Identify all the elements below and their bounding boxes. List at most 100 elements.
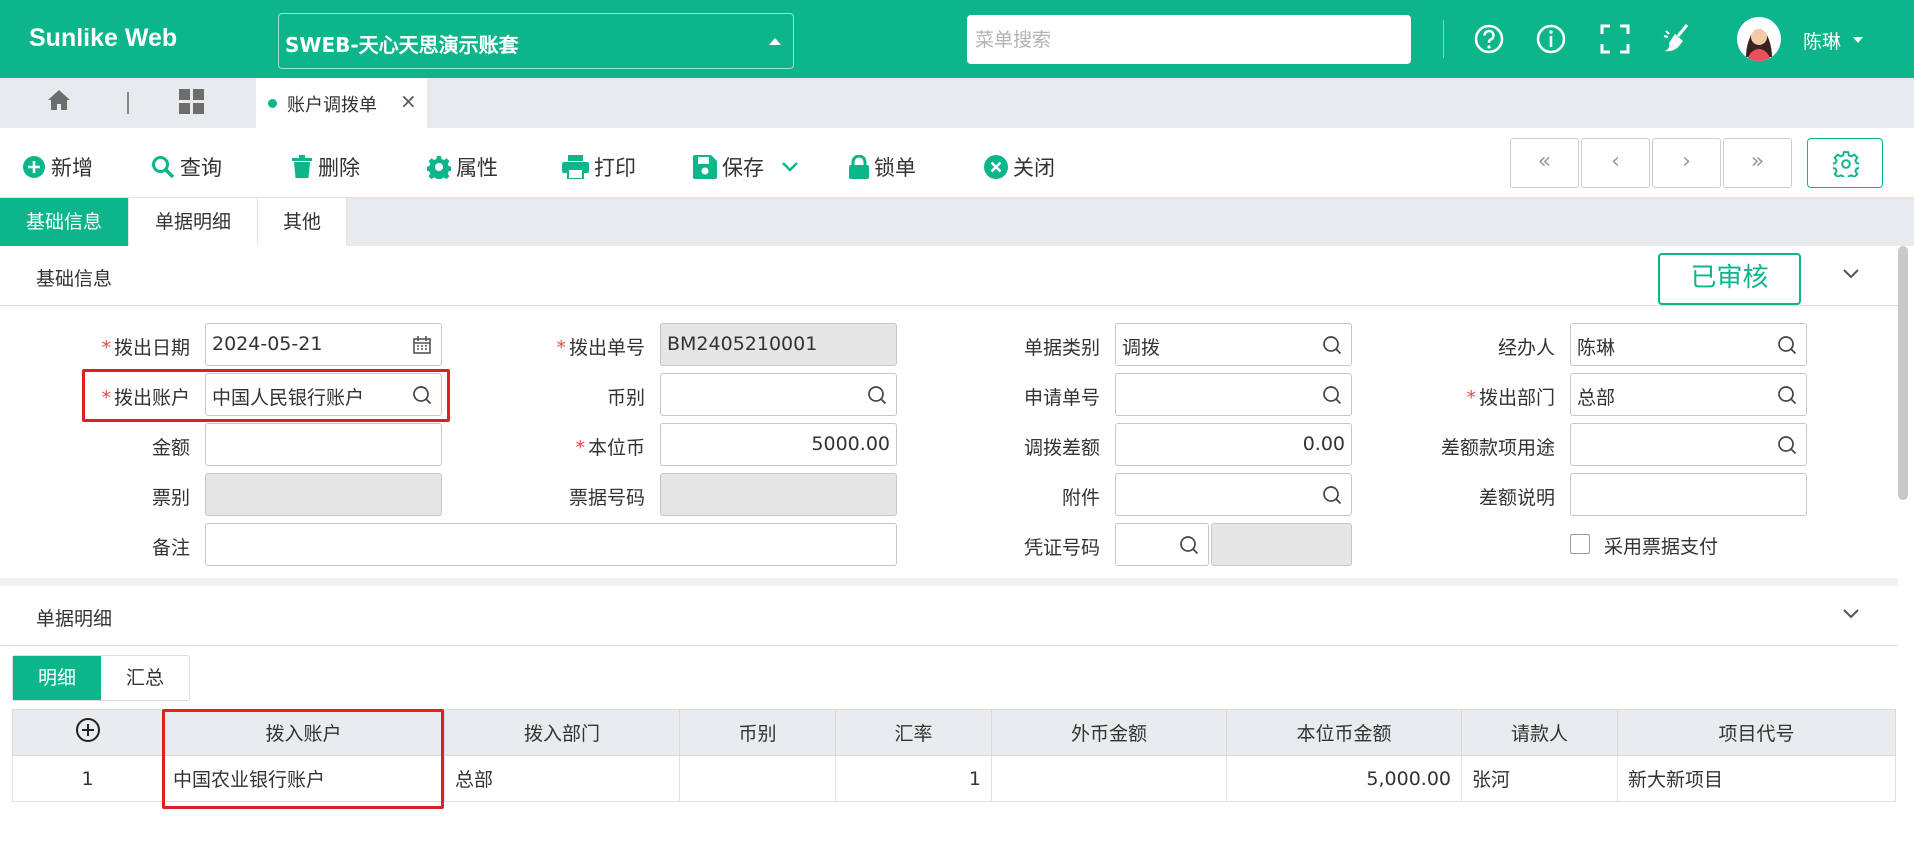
lock-label: 锁单 bbox=[874, 156, 916, 180]
avatar[interactable] bbox=[1737, 17, 1781, 61]
home-icon[interactable] bbox=[47, 88, 71, 112]
toolbar: 新增 查询 删除 属性 打印 保存 锁单 关闭 « ‹ › » bbox=[0, 128, 1914, 198]
query-button[interactable]: 查询 bbox=[151, 152, 222, 182]
tab-summary[interactable]: 汇总 bbox=[101, 656, 189, 700]
save-button[interactable]: 保存 bbox=[693, 152, 799, 182]
chevron-down-icon[interactable] bbox=[1842, 268, 1860, 280]
doc-type-field[interactable]: 调拨 bbox=[1115, 323, 1352, 366]
chevron-down-icon[interactable] bbox=[781, 161, 799, 173]
row-number: 1 bbox=[12, 755, 163, 802]
lock-button[interactable]: 锁单 bbox=[849, 152, 916, 182]
cell-project[interactable]: 新大新项目 bbox=[1617, 755, 1896, 802]
col-local-amount: 本位币金额 bbox=[1226, 709, 1462, 756]
search-icon[interactable] bbox=[1777, 335, 1797, 355]
add-label: 新增 bbox=[51, 156, 93, 180]
diff-note-label: 差额说明 bbox=[1478, 487, 1555, 509]
search-icon[interactable] bbox=[867, 385, 887, 405]
account-name: SWEB-天心天思演示账套 bbox=[285, 33, 519, 57]
close-icon[interactable]: × bbox=[400, 89, 417, 113]
props-button[interactable]: 属性 bbox=[427, 152, 498, 182]
bill-no-label: 票据号码 bbox=[568, 487, 645, 509]
apply-no-field[interactable] bbox=[1115, 373, 1352, 416]
amount-label: 金额 bbox=[151, 437, 190, 459]
cell-local-amount[interactable]: 5,000.00 bbox=[1226, 755, 1462, 802]
diff-use-label: 差额款项用途 bbox=[1440, 437, 1555, 459]
cell-rate[interactable]: 1 bbox=[835, 755, 992, 802]
search-icon[interactable] bbox=[1777, 435, 1797, 455]
active-dot-icon bbox=[268, 99, 277, 108]
out-no-label: * 拨出单号 bbox=[556, 337, 645, 359]
attach-field[interactable] bbox=[1115, 473, 1352, 516]
user-name[interactable]: 陈琳 bbox=[1803, 27, 1841, 54]
top-bar: Sunlike Web SWEB-天心天思演示账套 陈琳 bbox=[0, 0, 1914, 78]
chevron-down-icon[interactable] bbox=[1842, 608, 1860, 620]
section-title: 基础信息 bbox=[36, 268, 113, 290]
handler-field[interactable]: 陈琳 bbox=[1570, 323, 1807, 366]
search-icon[interactable] bbox=[1322, 485, 1342, 505]
plus-circle-icon[interactable] bbox=[75, 717, 101, 743]
detail-subtabs: 明细 汇总 bbox=[12, 655, 190, 701]
basic-info-header[interactable]: 基础信息 bbox=[0, 246, 1898, 306]
handler-label: 经办人 bbox=[1497, 337, 1555, 359]
detail-header[interactable]: 单据明细 bbox=[0, 586, 1898, 646]
broom-icon[interactable] bbox=[1661, 22, 1695, 56]
search-icon[interactable] bbox=[1777, 385, 1797, 405]
scrollbar[interactable] bbox=[1898, 246, 1908, 500]
remark-field[interactable] bbox=[205, 523, 897, 566]
close-button[interactable]: 关闭 bbox=[984, 152, 1055, 182]
props-label: 属性 bbox=[456, 156, 498, 180]
col-fx-amount: 外币金额 bbox=[991, 709, 1227, 756]
out-date-field[interactable]: 2024-05-21 bbox=[205, 323, 442, 366]
info-icon[interactable] bbox=[1534, 22, 1568, 56]
cell-fx-amount[interactable] bbox=[991, 755, 1227, 802]
grid-icon[interactable] bbox=[179, 89, 204, 114]
calendar-icon[interactable] bbox=[412, 335, 432, 355]
out-dept-label: * 拨出部门 bbox=[1466, 387, 1555, 409]
tab-other[interactable]: 其他 bbox=[258, 198, 347, 246]
next-record-button[interactable]: › bbox=[1652, 138, 1721, 188]
amount-field[interactable] bbox=[205, 423, 442, 466]
tab-detail[interactable]: 明细 bbox=[13, 656, 101, 700]
diff-note-field[interactable] bbox=[1570, 473, 1807, 516]
tab-basic-info[interactable]: 基础信息 bbox=[0, 198, 129, 246]
local-currency-field[interactable]: 5000.00 bbox=[660, 423, 897, 466]
add-row-header[interactable] bbox=[12, 709, 163, 756]
help-icon[interactable] bbox=[1472, 22, 1506, 56]
last-record-button[interactable]: » bbox=[1723, 138, 1792, 188]
diff-field[interactable]: 0.00 bbox=[1115, 423, 1352, 466]
diff-label: 调拨差额 bbox=[1023, 437, 1100, 459]
gear-icon bbox=[1833, 151, 1859, 177]
account-selector[interactable]: SWEB-天心天思演示账套 bbox=[278, 13, 794, 69]
user-avatar-icon bbox=[1737, 17, 1781, 61]
caret-up-icon bbox=[769, 38, 781, 45]
add-button[interactable]: 新增 bbox=[22, 152, 93, 182]
out-dept-field[interactable]: 总部 bbox=[1570, 373, 1807, 416]
use-bill-pay-checkbox[interactable] bbox=[1570, 534, 1590, 554]
delete-button[interactable]: 删除 bbox=[291, 152, 360, 182]
currency-label: 币别 bbox=[606, 387, 645, 409]
cell-in-dept[interactable]: 总部 bbox=[444, 755, 680, 802]
voucher-field[interactable] bbox=[1115, 523, 1209, 566]
prev-record-button[interactable]: ‹ bbox=[1581, 138, 1650, 188]
settings-button[interactable] bbox=[1807, 138, 1883, 188]
fullscreen-icon[interactable] bbox=[1598, 22, 1632, 56]
diff-use-field[interactable] bbox=[1570, 423, 1807, 466]
close-label: 关闭 bbox=[1013, 156, 1055, 180]
search-icon[interactable] bbox=[1322, 335, 1342, 355]
highlight-box bbox=[82, 369, 450, 422]
highlight-box bbox=[162, 709, 444, 809]
print-label: 打印 bbox=[594, 156, 636, 180]
chevron-down-icon[interactable] bbox=[1853, 37, 1863, 43]
brand-logo: Sunlike Web bbox=[29, 24, 178, 52]
tab-account-transfer[interactable]: 账户调拨单 × bbox=[256, 78, 427, 128]
col-in-dept: 拨入部门 bbox=[444, 709, 680, 756]
search-icon[interactable] bbox=[1322, 385, 1342, 405]
tab-doc-detail[interactable]: 单据明细 bbox=[129, 198, 258, 246]
cell-currency[interactable] bbox=[679, 755, 836, 802]
currency-field[interactable] bbox=[660, 373, 897, 416]
menu-search-input[interactable] bbox=[967, 15, 1411, 64]
print-button[interactable]: 打印 bbox=[562, 152, 636, 182]
search-icon[interactable] bbox=[1179, 535, 1199, 555]
first-record-button[interactable]: « bbox=[1510, 138, 1579, 188]
cell-requester[interactable]: 张河 bbox=[1461, 755, 1618, 802]
